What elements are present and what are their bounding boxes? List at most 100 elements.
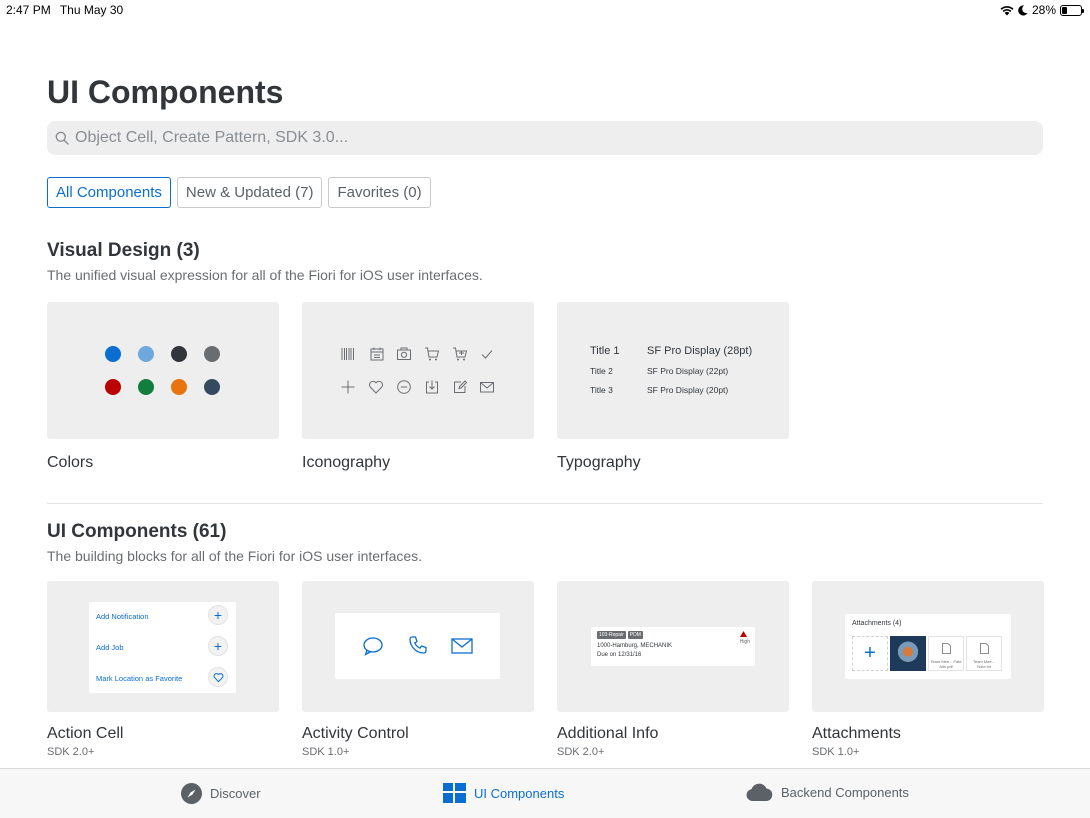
typography-font: SF Pro Display (28pt) — [647, 345, 753, 357]
priority-label: High — [739, 639, 750, 645]
battery-percent: 28% — [1031, 3, 1056, 17]
cart-full-icon — [453, 347, 468, 361]
tab-favorites[interactable]: Favorites (0) — [328, 177, 431, 208]
action-cell-row: Add Notification — [96, 612, 149, 621]
typography-thumbnail: Title 1 SF Pro Display (28pt) Title 2 SF… — [557, 302, 789, 439]
section-divider — [47, 503, 1043, 504]
attachments-preview: Attachments (4) + Team Mee... Fate Alts.… — [845, 614, 1011, 679]
typography-style: Title 3 — [590, 385, 613, 395]
typography-style: Title 1 — [590, 345, 620, 357]
nav-label: Discover — [210, 786, 261, 801]
card-action-cell[interactable]: Add Notification + Add Job + Mark Locati… — [47, 581, 279, 758]
minus-circle-icon — [397, 380, 411, 394]
card-additional-info[interactable]: 103-Repair PDM 1000-Hamburg, MECHANIK Due… — [557, 581, 789, 758]
mail-icon — [480, 382, 494, 393]
status-date: Thu May 30 — [59, 3, 124, 17]
card-sdk: SDK 1.0+ — [812, 746, 860, 758]
additional-info-preview: 103-Repair PDM 1000-Hamburg, MECHANIK Due… — [591, 627, 755, 666]
typography-font: SF Pro Display (22pt) — [647, 366, 729, 376]
add-attachment-icon: + — [852, 636, 888, 671]
colors-thumbnail — [47, 302, 279, 439]
message-icon — [363, 637, 383, 656]
heart-icon — [369, 380, 383, 394]
typography-style: Title 2 — [590, 366, 613, 376]
compass-icon — [181, 783, 202, 804]
attachment-file: Team Mee... Note.txt — [966, 636, 1002, 671]
tab-new-updated[interactable]: New & Updated (7) — [176, 177, 323, 208]
attachments-thumbnail: Attachments (4) + Team Mee... Fate Alts.… — [812, 581, 1044, 712]
mail-icon — [451, 638, 473, 654]
card-activity-control[interactable]: Activity Control SDK 1.0+ — [302, 581, 534, 758]
grid-icon — [443, 783, 466, 803]
card-attachments[interactable]: Attachments (4) + Team Mee... Fate Alts.… — [812, 581, 1044, 758]
camera-icon — [397, 347, 411, 360]
status-bar: 2:47 PM Thu May 30 28% — [0, 0, 1090, 20]
heart-icon — [208, 667, 228, 687]
section-desc-visual-design: The unified visual expression for all of… — [47, 267, 483, 283]
nav-label: Backend Components — [781, 784, 909, 800]
card-label: Additional Info — [557, 725, 659, 742]
info-tag: PDM — [627, 631, 643, 639]
bottom-tab-bar: Discover UI Components Backend Component… — [0, 768, 1090, 818]
color-swatch — [105, 379, 121, 395]
barcode-icon — [341, 348, 354, 360]
color-swatch — [171, 346, 187, 362]
color-swatch — [204, 346, 220, 362]
card-label: Attachments — [812, 725, 901, 742]
search-input[interactable] — [75, 129, 1015, 147]
filter-tabs: All Components New & Updated (7) Favorit… — [47, 177, 431, 208]
card-sdk: SDK 1.0+ — [302, 746, 350, 758]
typography-font: SF Pro Display (20pt) — [647, 385, 729, 395]
page-title: UI Components — [47, 74, 284, 110]
card-typography[interactable]: Title 1 SF Pro Display (28pt) Title 2 SF… — [557, 302, 789, 472]
calendar-icon — [370, 347, 384, 361]
color-swatch — [171, 379, 187, 395]
add-icon: + — [208, 636, 228, 656]
nav-backend-components[interactable]: Backend Components — [745, 783, 909, 801]
search-icon — [55, 131, 69, 145]
moon-icon — [1018, 4, 1028, 15]
action-cell-preview: Add Notification + Add Job + Mark Locati… — [89, 602, 236, 693]
nav-label: UI Components — [474, 785, 565, 801]
card-iconography[interactable]: Iconography — [302, 302, 534, 472]
battery-icon — [1060, 4, 1084, 16]
nav-ui-components[interactable]: UI Components — [443, 783, 564, 803]
add-icon: + — [208, 605, 228, 625]
color-swatch — [138, 379, 154, 395]
activity-control-preview — [335, 613, 500, 679]
color-swatch — [105, 346, 121, 362]
attachment-image — [890, 636, 926, 671]
search-bar[interactable] — [47, 121, 1043, 155]
section-title-ui-components: UI Components (61) — [47, 521, 227, 542]
action-cell-row: Add Job — [96, 643, 124, 652]
iconography-thumbnail — [302, 302, 534, 439]
attachment-file: Team Mee... Fate Alts.pdf — [928, 636, 964, 671]
wifi-icon — [1000, 5, 1014, 15]
card-label: Colors — [47, 454, 94, 471]
warning-icon — [740, 631, 747, 637]
card-label: Iconography — [302, 454, 391, 471]
tab-all-components[interactable]: All Components — [47, 177, 171, 208]
info-line: 1000-Hamburg, MECHANIK — [597, 643, 673, 649]
action-cell-thumbnail: Add Notification + Add Job + Mark Locati… — [47, 581, 279, 712]
nav-discover[interactable]: Discover — [181, 783, 261, 804]
action-cell-row: Mark Location as Favorite — [96, 674, 183, 683]
attachment-file-name: Team Mee... Fate Alts.pdf — [930, 659, 962, 669]
info-line: Due on 12/31/16 — [597, 652, 642, 658]
card-label: Activity Control — [302, 725, 409, 742]
add-icon — [341, 380, 355, 394]
color-swatch — [138, 346, 154, 362]
cloud-icon — [746, 783, 773, 801]
download-icon — [426, 380, 438, 394]
card-sdk: SDK 2.0+ — [557, 746, 605, 758]
checkmark-icon — [481, 350, 493, 359]
section-title-visual-design: Visual Design (3) — [47, 240, 200, 261]
edit-icon — [454, 380, 468, 393]
card-sdk: SDK 2.0+ — [47, 746, 95, 758]
card-label: Typography — [557, 454, 641, 471]
attachment-file-name: Team Mee... Note.txt — [972, 659, 995, 669]
attachments-title: Attachments (4) — [852, 620, 902, 627]
card-colors[interactable]: Colors — [47, 302, 279, 472]
cart-icon — [425, 347, 440, 361]
color-swatch — [204, 379, 220, 395]
